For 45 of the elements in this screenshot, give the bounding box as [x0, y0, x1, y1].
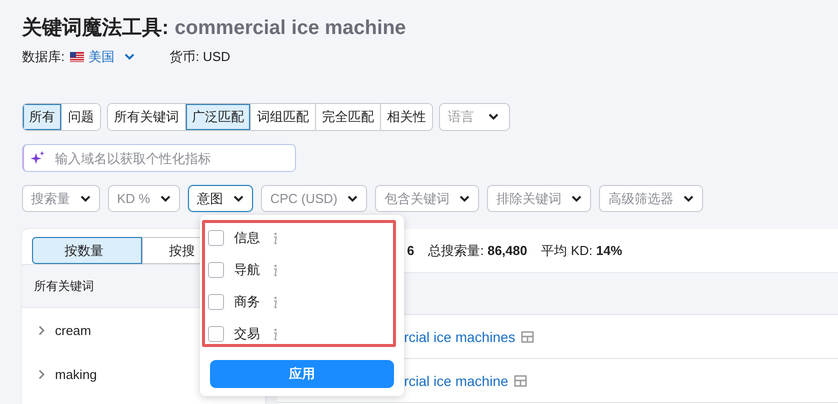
chevron-down-icon [160, 194, 172, 202]
info-icon [272, 328, 278, 340]
option-label: 交易 [234, 325, 260, 343]
checkbox[interactable] [208, 326, 224, 342]
chevron-down-icon [683, 194, 694, 202]
serp-icon[interactable] [514, 374, 528, 386]
keyword-link[interactable]: rcial ice machine [404, 372, 508, 388]
search-query: commercial ice machine [174, 17, 406, 40]
chevron-down-icon [571, 194, 582, 202]
chevron-down-icon [347, 194, 358, 202]
database-dropdown[interactable]: 美国 [88, 48, 115, 66]
stat-text: 总搜索量: 86,480 [428, 242, 528, 260]
flag-icon [70, 52, 84, 62]
view-tab[interactable]: 按数量 [32, 237, 142, 264]
stat-text: 平均 KD: 14% [541, 242, 622, 260]
info-icon [272, 264, 278, 276]
column-header: 所有关键词 [34, 278, 94, 294]
sparkle-icon [30, 151, 45, 166]
domain-input-field[interactable]: 输入域名以获取个性化指标 [22, 144, 296, 172]
keyword-group[interactable]: making [55, 366, 97, 382]
database-label: 数据库: [22, 48, 65, 66]
chevron-down-icon [80, 194, 91, 202]
keyword-link[interactable]: rcial ice machines [404, 328, 516, 344]
info-icon [272, 232, 278, 244]
serp-icon[interactable] [521, 330, 534, 342]
keyword-group[interactable]: cream [55, 322, 92, 338]
chevron-down-icon [124, 53, 135, 61]
segment-button[interactable]: 所有关键词 [108, 104, 186, 130]
segment-button[interactable]: 广泛匹配 [186, 104, 251, 130]
segment-button[interactable]: 所有 [23, 104, 62, 130]
page-title: 关键词魔法工具: [22, 16, 169, 41]
option-label: 导航 [234, 261, 260, 279]
option-label: 商务 [234, 293, 260, 311]
checkbox[interactable] [208, 262, 224, 278]
chevron-down-icon [488, 113, 499, 121]
chevron-right-icon[interactable] [38, 368, 45, 380]
chevron-right-icon[interactable] [38, 324, 45, 336]
filter-dropdown[interactable]: 意图 [188, 185, 254, 212]
keyword-count: 6 [407, 243, 414, 258]
currency-label: 货币: USD [170, 48, 230, 66]
checkbox[interactable] [208, 230, 224, 246]
checkbox[interactable] [208, 294, 224, 310]
info-icon [272, 296, 278, 308]
chevron-down-icon [459, 194, 470, 202]
chevron-down-icon [233, 194, 244, 202]
